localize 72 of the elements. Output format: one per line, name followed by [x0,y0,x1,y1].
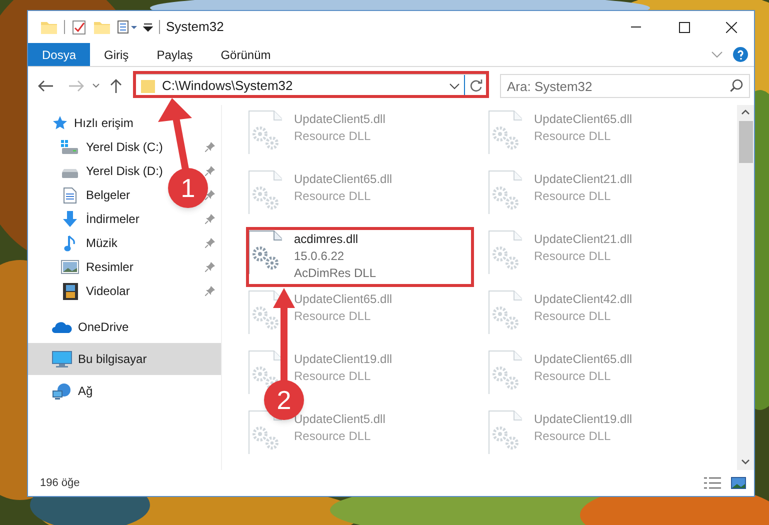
folder-icon [140,78,156,94]
window-title: System32 [166,18,224,36]
star-icon [52,115,68,131]
ribbon-tab[interactable]: Giriş [90,43,143,66]
music-note-icon [64,234,76,252]
back-icon[interactable] [38,80,54,92]
file-description: Resource DLL [534,308,612,325]
file-name: UpdateClient5.dll [294,111,386,128]
sidebar-item[interactable]: Hızlı erişim [28,111,221,135]
file-name: acdimres.dll [294,231,360,248]
sidebar-item[interactable]: OneDrive [28,311,221,343]
file-name: UpdateClient21.dll [534,171,632,188]
film-icon [62,282,78,300]
chevron-up-icon[interactable] [741,109,750,115]
details-view-icon[interactable] [704,477,721,489]
sidebar-item[interactable]: Belgeler [60,183,130,207]
sidebar-item[interactable]: Videolar [60,279,130,303]
file-name: UpdateClient65.dll [534,111,632,128]
download-arrow-icon [62,211,78,227]
sidebar-item[interactable]: Resimler [60,255,134,279]
ribbon-tab[interactable]: Görünüm [206,43,285,66]
file-name: UpdateClient65.dll [534,351,632,368]
sidebar-item[interactable]: Müzik [60,231,118,255]
properties-icon [117,19,139,35]
landscape-icon [61,260,79,274]
help-icon[interactable] [733,47,748,62]
address-path: C:\Windows\System32 [162,77,293,96]
thumbnail-view-icon[interactable] [731,477,746,489]
document-icon [63,186,77,204]
scrollbar-thumb[interactable] [738,121,752,163]
file-name: UpdateClient65.dll [294,291,392,308]
scrollbar[interactable] [737,105,754,470]
sidebar-item[interactable]: Ağ [28,375,221,407]
checklist-icon [71,19,87,35]
chevron-down-icon[interactable] [449,82,460,90]
network-icon [52,382,72,400]
file-name: UpdateClient21.dll [534,231,632,248]
drive-icon [61,140,79,154]
monitor-icon [52,350,72,368]
dropdown-icon[interactable] [92,83,100,89]
sidebar-item[interactable]: Yerel Disk (D:) [60,159,163,183]
file-description: Resource DLL [534,428,612,445]
address-field[interactable]: C:\Windows\System32 [134,74,488,98]
file-description: Resource DLL [534,368,612,385]
ribbon-tab[interactable]: Paylaş [142,43,207,66]
chevron-down-icon[interactable] [741,459,750,465]
file-name: UpdateClient42.dll [534,291,632,308]
file-description: Resource DLL [534,128,612,145]
maximize-icon [678,22,690,32]
file-description: AcDimRes DLL [294,265,376,282]
customize-icon [143,22,153,32]
file-name: UpdateClient19.dll [534,411,632,428]
ribbon-tab[interactable]: Dosya [28,43,90,66]
refresh-icon[interactable] [469,79,483,93]
file-description: Resource DLL [294,128,372,145]
cloud-icon [52,321,72,333]
file-description: Resource DLL [294,308,372,325]
file-description: Resource DLL [294,188,372,205]
sidebar-item[interactable]: Yerel Disk (C:) [60,135,163,159]
file-name: UpdateClient19.dll [294,351,392,368]
file-name: UpdateClient65.dll [294,171,392,188]
item-count: 196 öğe [40,476,80,491]
file-description: Resource DLL [534,188,612,205]
sidebar-item[interactable]: İndirmeler [60,207,140,231]
up-icon[interactable] [110,79,122,93]
search-field[interactable]: Ara: System32 [500,74,750,98]
file-description: Resource DLL [294,428,372,445]
file-description: Resource DLL [534,248,612,265]
sidebar-item[interactable]: Bu bilgisayar [28,343,221,375]
search-icon [730,79,743,92]
file-version: 15.0.6.22 [294,248,346,265]
close-icon [726,22,736,32]
